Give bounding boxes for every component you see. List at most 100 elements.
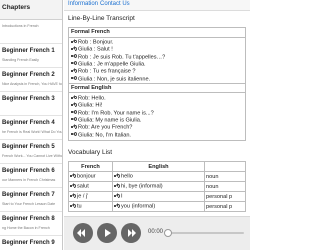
lesson-item[interactable]: Introductions in French [0,20,62,44]
audio-player: 00:00 [64,216,250,250]
vocabulary-cell-english: you (informal) [112,201,205,212]
lesson-title: Beginner French 9 [2,240,55,246]
fast-forward-button[interactable] [121,223,141,243]
transcript-line-text: Giulia : Je m'appelle Giulia. [78,61,146,68]
vocabulary-cell-english: hi, bye (informal) [112,181,205,192]
rewind-button[interactable] [73,223,93,243]
play-button[interactable] [97,223,117,243]
transcript-line-text: Rob : Bonjour. [78,39,114,46]
speaker-icon[interactable] [71,60,77,66]
vocabulary-cell-french: tu [68,201,113,212]
speaker-icon[interactable] [70,203,76,208]
formal-english-heading: Formal English [71,85,112,91]
lesson-item[interactable]: Beginner French 4 he French is Real Work!… [0,116,62,140]
speaker-icon[interactable] [71,39,77,44]
vocabulary-cell-class: personal p [204,191,246,202]
speaker-icon[interactable] [71,95,77,100]
information-link[interactable]: Information [68,1,98,7]
lesson-item[interactable]: Beginner French 2 Nice Analysis in French… [0,68,63,92]
lesson-item[interactable]: Beginner French 8 ng Home the Bacon in Fr… [0,212,62,236]
lesson-item[interactable]: Beginner French 3 [0,92,62,116]
speaker-icon[interactable] [114,173,120,178]
vocabulary-text: personal p [206,193,233,200]
transcript-line-text: Rob: I'm Rob. Your name is...? [78,110,154,117]
lesson-item[interactable]: Beginner French 9s Do Your Busy Schedule… [0,236,62,250]
formal-french-heading: Formal French [71,29,110,35]
vocabulary-text: salut [77,183,89,190]
speaker-icon[interactable] [114,203,120,208]
speaker-icon[interactable] [71,109,77,115]
transcript-line-text: Rob: Hello. [78,95,106,102]
speaker-icon[interactable] [70,193,76,198]
lesson-subtitle: Standing French Easily [2,58,39,62]
vocabulary-text: personal p [206,203,233,210]
vocabulary-cell-english: I [112,191,205,202]
column-header-english: English [112,161,205,172]
lesson-subtitle: Nice Analysis in French, You HAVE to Si.… [2,82,63,86]
transcript-heading: Line-By-Line Transcript [68,15,135,22]
vocabulary-cell-french: bonjour [68,171,113,182]
transcript-box: Formal French Rob : Bonjour. Giulia : Sal… [68,27,246,141]
lesson-title: Beginner French 8 [2,216,55,222]
vocabulary-text: je / j' [77,193,89,200]
lesson-title: Beginner French 4 [2,120,55,126]
lesson-item[interactable]: Beginner French 7 Start to Your French Le… [0,188,62,212]
fast-forward-icon-second [132,229,136,237]
speaker-icon[interactable] [70,173,76,178]
speaker-icon[interactable] [71,116,77,122]
lesson-item[interactable]: Beginner French 6 our Manners in French C… [0,164,62,188]
elapsed-time: 00:00 [148,229,164,235]
vocabulary-text: noun [206,183,219,190]
transcript-line-text: Rob : Je suis Rob. Tu t'appelles…? [78,54,166,61]
speaker-icon[interactable] [71,75,77,81]
transcript-line-text: Giulia: My name is Giulia. [78,117,142,124]
vocabulary-cell-french: je / j' [68,191,113,202]
vocabulary-cell-class: noun [204,171,246,182]
vocabulary-text: tu [77,203,82,210]
speaker-icon[interactable] [70,183,76,188]
vocabulary-text: you (informal) [121,203,156,210]
vocabulary-text: noun [206,173,219,180]
vocabulary-heading: Vocabulary List [68,149,113,156]
lesson-subtitle: ng Home the Bacon in French [2,226,50,230]
speaker-icon[interactable] [71,124,77,129]
transcript-line-text: Rob : Tu es française ? [78,68,136,75]
lesson-item[interactable]: Beginner French 5 French Work... You Cann… [0,140,62,164]
vocabulary-cell-french: salut [68,181,113,192]
transcript-line-text: Giulia : Salut ! [78,46,113,53]
lesson-item[interactable]: Beginner French 1 Standing French Easily [0,44,62,68]
lesson-subtitle: our Manners in French Christmas [2,178,56,182]
vocabulary-row: bonjour hello noun [68,171,246,182]
lesson-title: Beginner French 2 [2,72,55,78]
speaker-icon[interactable] [71,53,77,59]
speaker-icon[interactable] [71,46,77,51]
transcript-line-text: Giulia: Hi! [78,102,103,109]
speaker-icon[interactable] [114,193,120,198]
vocabulary-row: salut hi, bye (informal) noun [68,181,246,192]
lesson-content: Line-By-Line Transcript Formal French Ro… [64,11,250,250]
transcript-line: Giulia : Non, je suis italienne. [71,75,151,84]
lesson-subtitle: Start to Your French Lesson Date [2,202,56,206]
speaker-icon[interactable] [114,183,120,188]
sidebar-title: Chapters [2,4,31,11]
vocabulary-row: je / j' Ipersonal p [68,191,246,202]
progress-knob[interactable] [164,229,172,237]
lesson-title: Beginner French 6 [2,168,55,174]
transcript-line-text: Giulia : Non, je suis italienne. [78,76,151,82]
vocabulary-text: bonjour [77,173,96,180]
transcript-line: Giulia: No, I'm Italian. [71,131,131,140]
speaker-icon[interactable] [71,131,77,137]
lesson-subtitle: Introductions in French [2,24,39,28]
speaker-icon[interactable] [71,102,77,107]
transcript-line-text: Giulia: No, I'm Italian. [78,132,131,138]
formal-french-header: Formal French [69,28,245,38]
lesson-title: Beginner French 3 [2,96,55,102]
lesson-title: Beginner French 1 [2,48,55,54]
vocabulary-cell-class: personal p [204,201,246,212]
vocabulary-text: hi, bye (informal) [121,183,163,190]
progress-slider[interactable] [164,229,244,237]
speaker-icon[interactable] [71,68,77,73]
contact-us-link[interactable]: Contact Us [100,1,130,7]
transcript-line-text: Rob: Are you French? [78,124,133,131]
top-nav-bar: Information Contact Us [64,0,250,11]
